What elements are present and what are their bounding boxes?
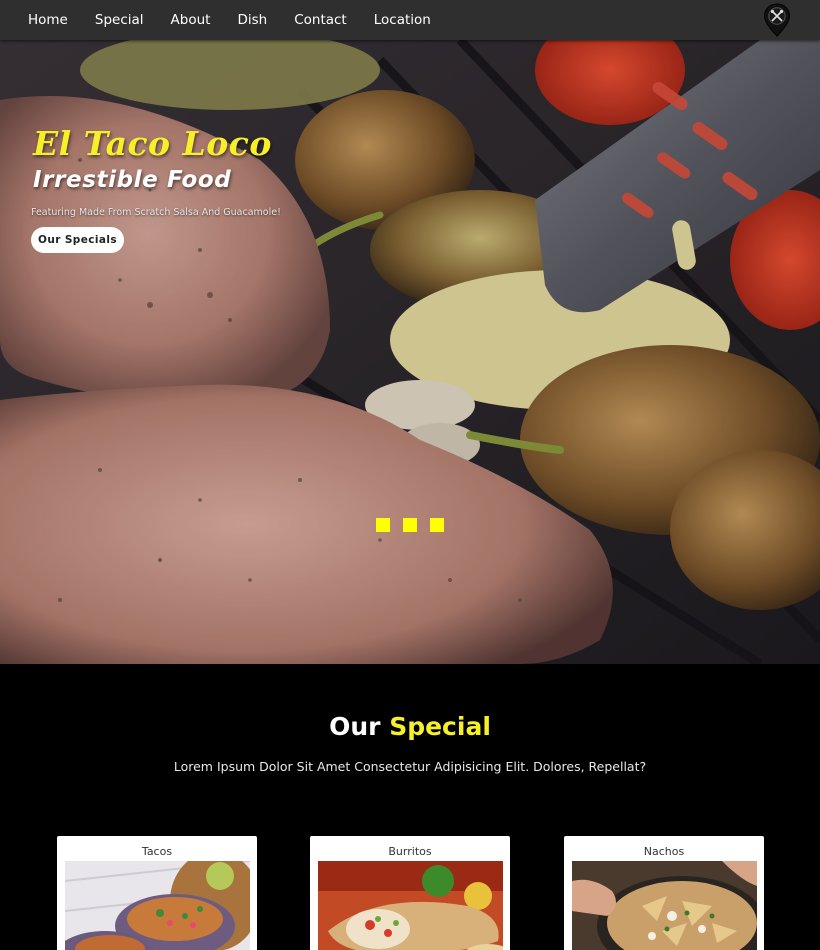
navbar: Home Special About Dish Contact Location <box>0 0 820 40</box>
nav-links: Home Special About Dish Contact Location <box>0 12 458 28</box>
hero-banner: El Taco Loco Irrestible Food Featuring M… <box>0 40 820 664</box>
special-title-accent: Special <box>389 712 491 741</box>
special-card-tacos[interactable]: Tacos <box>57 836 257 950</box>
slider-dot-2[interactable] <box>403 518 417 532</box>
burritos-image <box>318 861 503 950</box>
fork-knife-pin-icon[interactable] <box>763 3 791 37</box>
tacos-image <box>65 861 250 950</box>
card-label: Nachos <box>643 845 685 858</box>
special-section-title: Our Special <box>0 712 820 741</box>
nachos-image <box>572 861 757 950</box>
nav-location-link[interactable]: Location <box>374 12 431 28</box>
card-label: Tacos <box>141 845 173 858</box>
slider-dot-3[interactable] <box>430 518 444 532</box>
special-description: Lorem Ipsum Dolor Sit Amet Consectetur A… <box>173 759 647 774</box>
nav-home-link[interactable]: Home <box>28 12 68 28</box>
nav-about-link[interactable]: About <box>171 12 211 28</box>
slider-dot-1[interactable] <box>376 518 390 532</box>
hero-description: Featuring Made From Scratch Salsa And Gu… <box>31 207 281 218</box>
special-card-nachos[interactable]: Nachos <box>564 836 764 950</box>
special-title-plain: Our <box>329 712 381 741</box>
hero-subtitle: Irrestible Food <box>33 167 232 193</box>
hero-title: El Taco Loco <box>33 124 272 163</box>
special-card-burritos[interactable]: Burritos <box>310 836 510 950</box>
slider-dots <box>376 518 457 532</box>
nav-dish-link[interactable]: Dish <box>237 12 267 28</box>
nav-special-link[interactable]: Special <box>95 12 144 28</box>
nav-contact-link[interactable]: Contact <box>294 12 347 28</box>
our-specials-button[interactable]: Our Specials <box>31 227 124 253</box>
card-label: Burritos <box>388 845 432 858</box>
